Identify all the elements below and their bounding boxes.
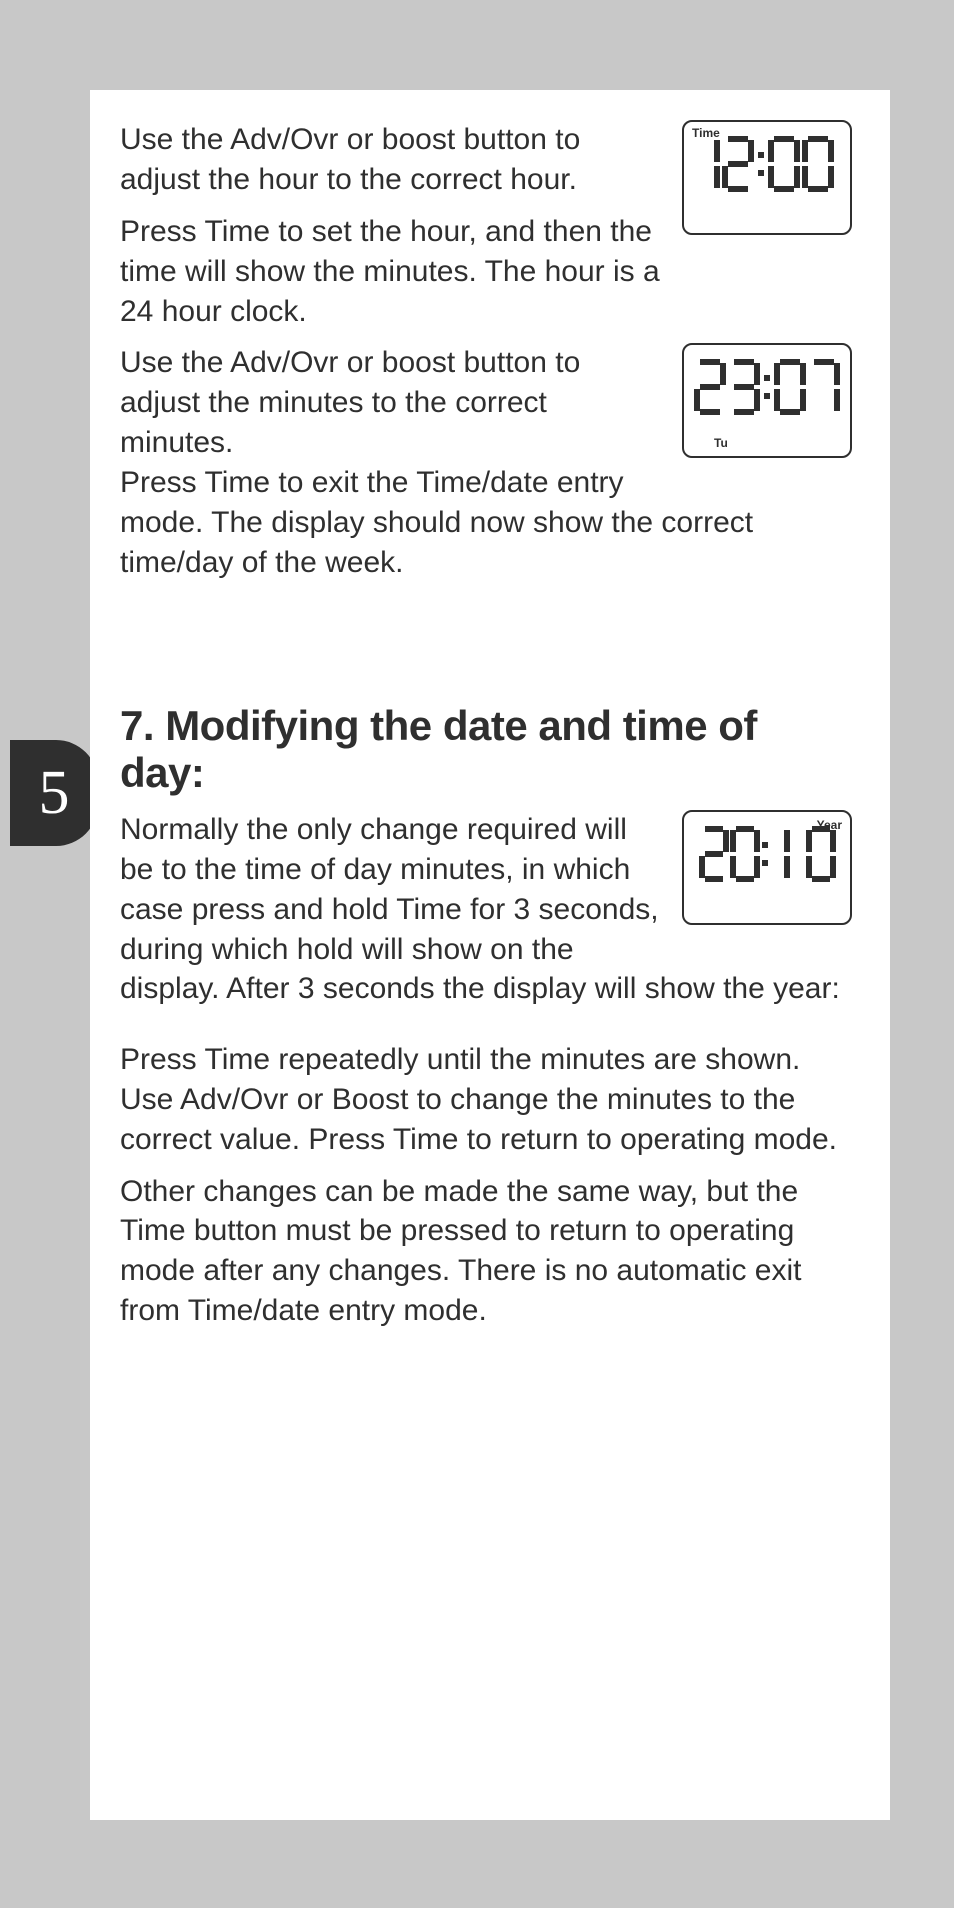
seg-digit [722, 136, 754, 192]
lcd-display-time: Time [682, 120, 852, 235]
seg-colon [756, 136, 766, 192]
lcd-digits [684, 826, 850, 882]
lcd-display-year: Year [682, 810, 852, 925]
paragraph: Other changes can be made the same way, … [120, 1172, 852, 1332]
lcd-digits [684, 359, 850, 415]
seg-digit [768, 136, 800, 192]
seg-digit [699, 826, 729, 882]
seg-digit [728, 359, 760, 415]
seg-digit [774, 359, 806, 415]
page-content: Time Use the Adv [90, 90, 890, 1820]
seg-digit [806, 826, 836, 882]
lcd-label-day: Tu [714, 436, 728, 450]
seg-digit [730, 826, 760, 882]
paragraph: Press Time repeatedly until the minutes … [120, 1040, 852, 1160]
page-number: 5 [39, 758, 70, 829]
page-number-tab: 5 [10, 740, 98, 846]
paragraph: Press Time to exit the Time/date entry m… [120, 463, 852, 583]
lcd-digits [684, 136, 850, 192]
seg-digit [694, 359, 726, 415]
seg-digit [700, 136, 720, 192]
section-heading: 7. Modifying the date and time of day: [120, 703, 852, 795]
seg-colon [761, 826, 769, 882]
seg-digit [808, 359, 840, 415]
seg-digit [802, 136, 834, 192]
seg-colon [762, 359, 772, 415]
lcd-display-day: Tu [682, 343, 852, 458]
seg-digit [770, 826, 790, 882]
